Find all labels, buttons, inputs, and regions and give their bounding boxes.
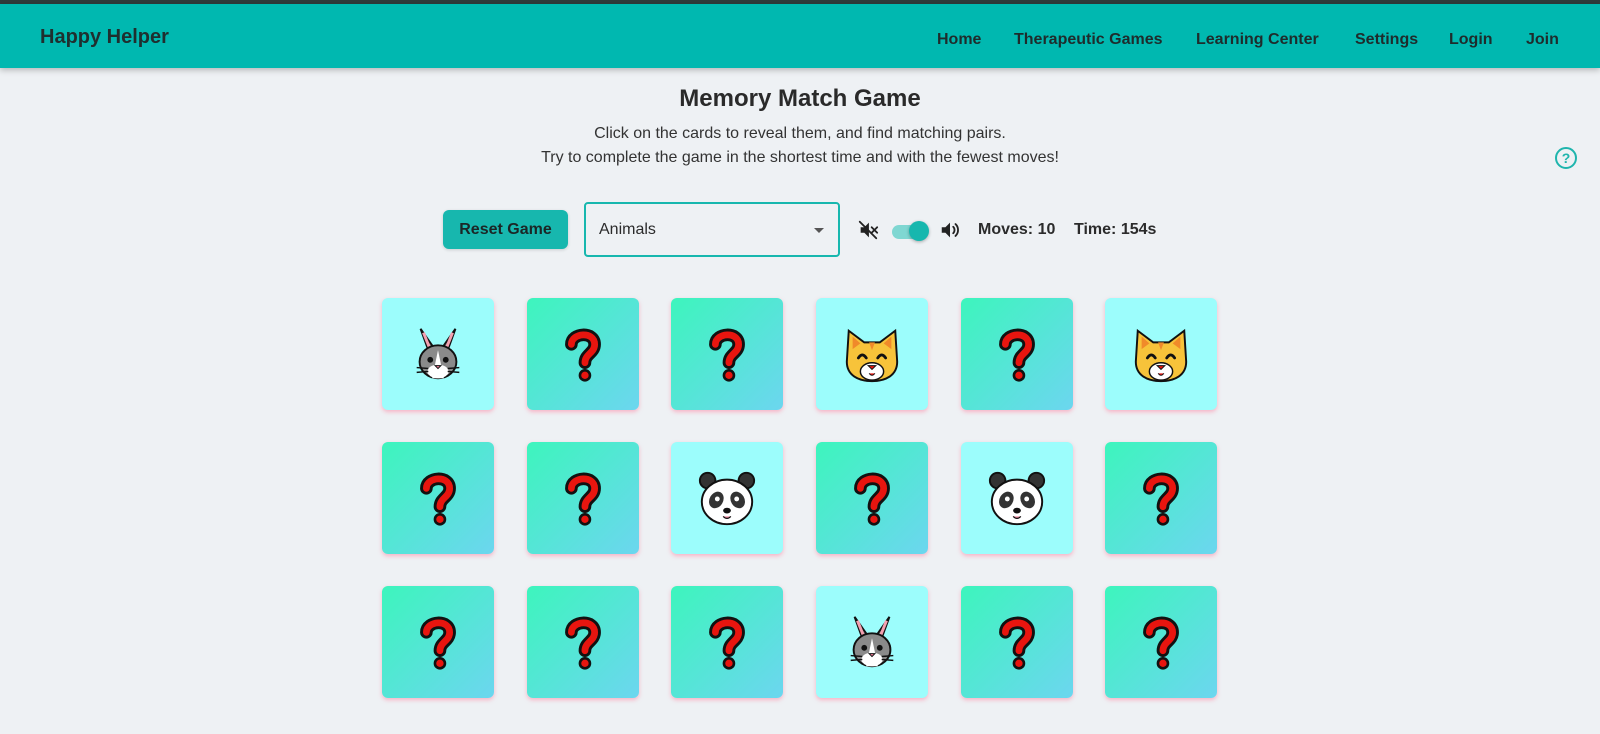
memory-card[interactable] xyxy=(671,442,783,554)
memory-card[interactable] xyxy=(1105,298,1217,410)
question-mark-icon xyxy=(709,328,745,382)
question-mark-icon xyxy=(565,472,601,526)
volume-off-icon[interactable] xyxy=(857,219,879,241)
question-mark-icon xyxy=(1143,472,1179,526)
question-mark-icon xyxy=(709,616,745,670)
memory-card[interactable] xyxy=(527,586,639,698)
memory-card[interactable] xyxy=(527,298,639,410)
nav-settings[interactable]: Settings xyxy=(1355,31,1418,49)
nav-join[interactable]: Join xyxy=(1526,31,1559,49)
memory-card[interactable] xyxy=(1105,586,1217,698)
memory-card[interactable] xyxy=(527,442,639,554)
cat-icon xyxy=(1134,328,1188,383)
category-select-value: Animals xyxy=(599,221,656,238)
nav-login[interactable]: Login xyxy=(1449,31,1493,49)
page-title: Memory Match Game xyxy=(679,85,921,112)
nav-therapeutic-games[interactable]: Therapeutic Games xyxy=(1014,31,1163,49)
memory-card[interactable] xyxy=(816,586,928,698)
cat-icon xyxy=(845,328,899,383)
question-mark-icon xyxy=(999,616,1035,670)
memory-card[interactable] xyxy=(671,586,783,698)
memory-card[interactable] xyxy=(961,586,1073,698)
instructions-line-1: Click on the cards to reveal them, and f… xyxy=(594,125,1006,142)
rabbit-icon xyxy=(850,616,894,668)
memory-card[interactable] xyxy=(961,442,1073,554)
memory-card[interactable] xyxy=(382,298,494,410)
panda-icon xyxy=(988,471,1046,526)
sound-toggle[interactable] xyxy=(892,220,930,241)
question-mark-icon xyxy=(854,472,890,526)
memory-card[interactable] xyxy=(961,298,1073,410)
moves-counter: Moves: 10 xyxy=(978,221,1056,238)
nav-home[interactable]: Home xyxy=(937,31,981,49)
time-counter: Time: 154s xyxy=(1074,221,1157,238)
memory-card[interactable] xyxy=(1105,442,1217,554)
question-mark-icon xyxy=(420,472,456,526)
toggle-knob xyxy=(909,221,929,241)
rabbit-icon xyxy=(416,328,460,380)
memory-card[interactable] xyxy=(816,298,928,410)
question-mark-icon xyxy=(565,616,601,670)
memory-card[interactable] xyxy=(382,586,494,698)
question-mark-icon xyxy=(565,328,601,382)
chevron-down-icon xyxy=(814,228,824,233)
category-select[interactable]: Animals xyxy=(584,202,840,257)
question-mark-icon xyxy=(1143,616,1179,670)
help-icon[interactable]: ? xyxy=(1555,147,1577,169)
navbar: Happy Helper Home Therapeutic Games Lear… xyxy=(0,4,1600,68)
question-mark-icon xyxy=(999,328,1035,382)
question-mark-icon xyxy=(420,616,456,670)
memory-card[interactable] xyxy=(671,298,783,410)
memory-card[interactable] xyxy=(816,442,928,554)
nav-learning-center[interactable]: Learning Center xyxy=(1196,31,1319,49)
instructions-line-2: Try to complete the game in the shortest… xyxy=(541,149,1059,166)
brand-logo[interactable]: Happy Helper xyxy=(40,26,169,49)
memory-card[interactable] xyxy=(382,442,494,554)
panda-icon xyxy=(698,471,756,526)
reset-game-button[interactable]: Reset Game xyxy=(443,210,568,249)
volume-up-icon[interactable] xyxy=(939,219,961,241)
